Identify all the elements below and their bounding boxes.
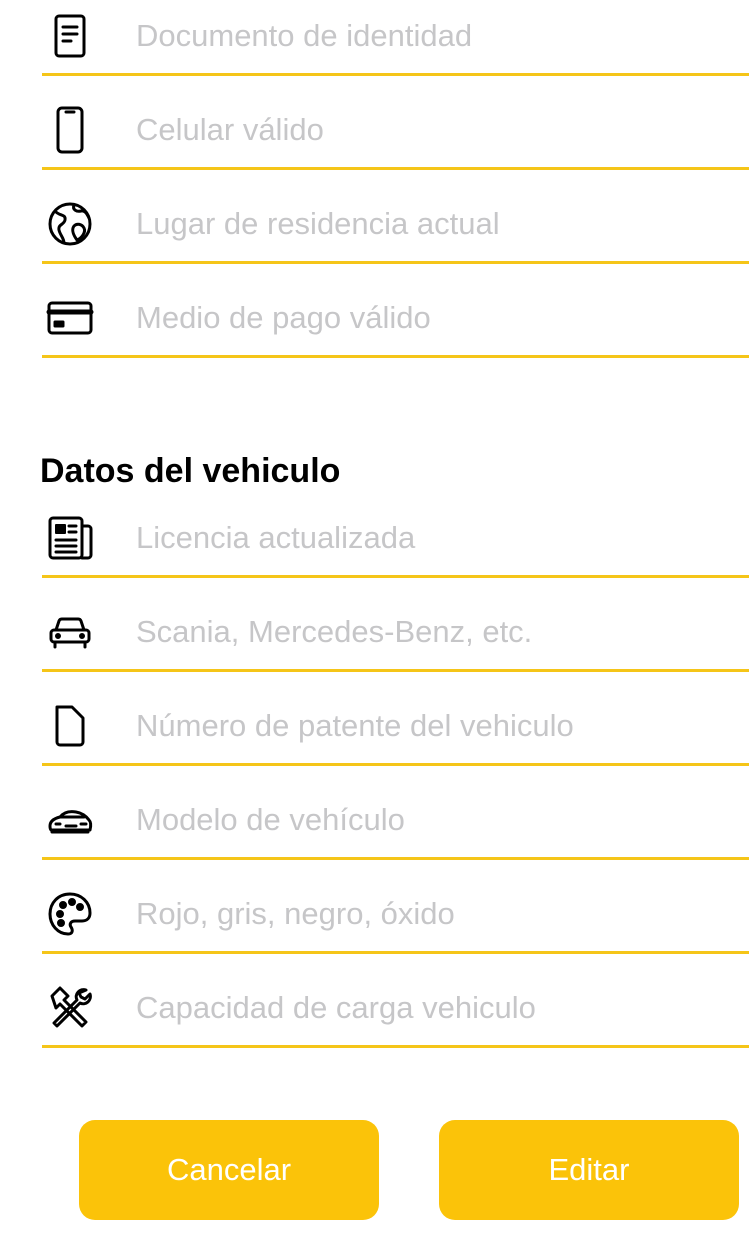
car-side-icon	[42, 784, 98, 856]
phone-field	[42, 94, 749, 170]
document-icon	[42, 0, 98, 72]
document-input[interactable]	[136, 0, 736, 72]
plate-input[interactable]	[136, 690, 736, 762]
model-input[interactable]	[136, 784, 736, 856]
license-input[interactable]	[136, 502, 736, 574]
license-field	[42, 502, 749, 578]
payment-input[interactable]	[136, 282, 736, 354]
plate-field	[42, 690, 749, 766]
capacity-field	[42, 972, 749, 1048]
model-field	[42, 784, 749, 860]
car-icon	[42, 596, 98, 668]
phone-icon	[42, 94, 98, 166]
payment-field	[42, 282, 749, 358]
color-input[interactable]	[136, 878, 736, 950]
residence-input[interactable]	[136, 188, 736, 260]
capacity-input[interactable]	[136, 972, 736, 1044]
newspaper-icon	[42, 502, 98, 574]
vehicle-section-title: Datos del vehiculo	[40, 452, 341, 490]
cancel-button[interactable]: Cancelar	[79, 1120, 379, 1220]
color-field	[42, 878, 749, 954]
tools-icon	[42, 972, 98, 1044]
brand-input[interactable]	[136, 596, 736, 668]
phone-input[interactable]	[136, 94, 736, 166]
file-icon	[42, 690, 98, 762]
palette-icon	[42, 878, 98, 950]
brand-field	[42, 596, 749, 672]
edit-button[interactable]: Editar	[439, 1120, 739, 1220]
residence-field	[42, 188, 749, 264]
globe-icon	[42, 188, 98, 260]
document-field	[42, 0, 749, 76]
credit-card-icon	[42, 282, 98, 354]
